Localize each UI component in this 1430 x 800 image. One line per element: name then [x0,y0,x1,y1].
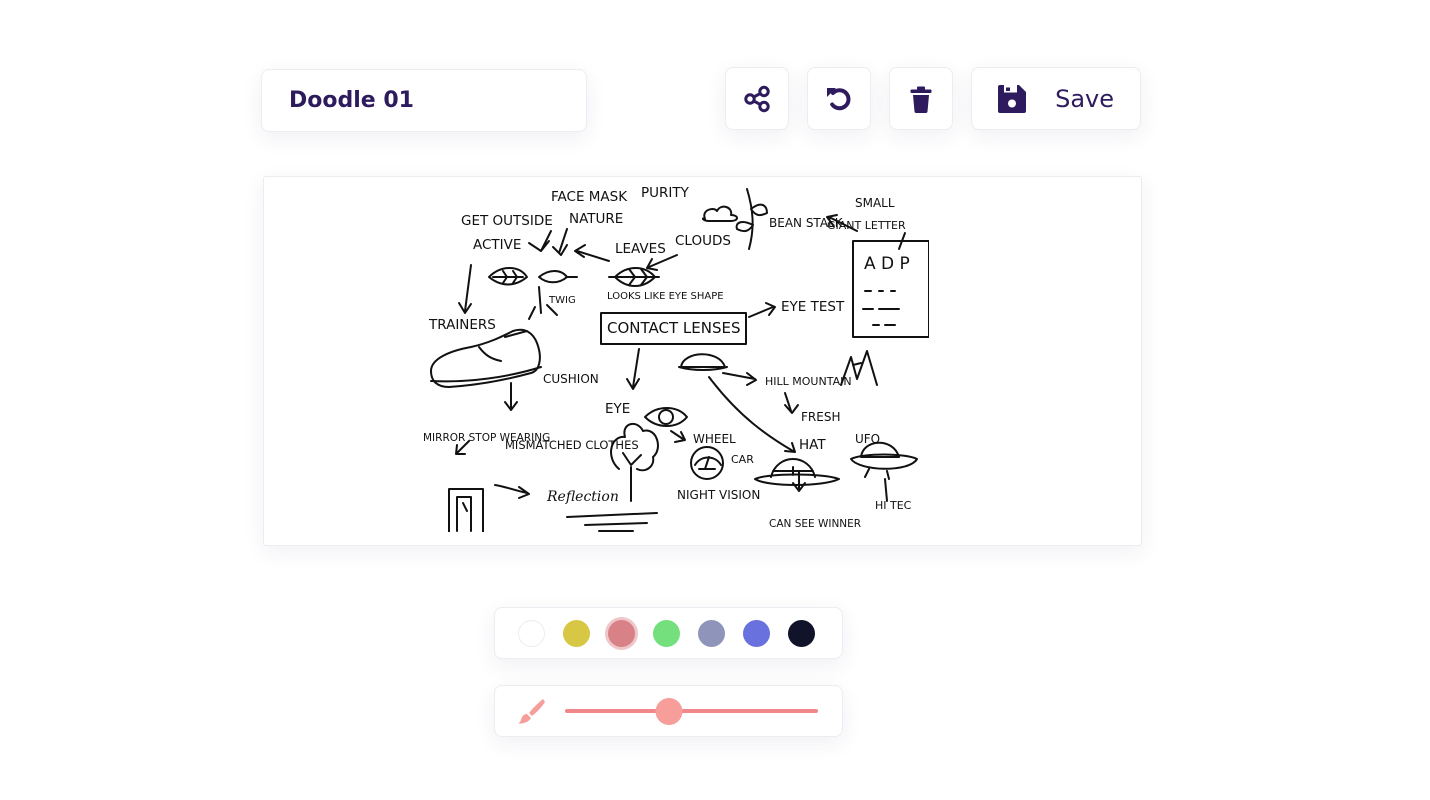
sketch-label-get-outside: GET OUTSIDE [461,213,553,229]
undo-button[interactable] [807,67,871,130]
share-icon [744,85,770,112]
sketch-label-eye-test: EYE TEST [781,299,845,315]
sketch-label-can-see-winner: CAN SEE WINNER [769,518,861,530]
delete-button[interactable] [889,67,953,130]
sketch-label-clouds: CLOUDS [675,233,731,249]
drawing-canvas[interactable]: FACE MASK PURITY GET OUTSIDE NATURE ACTI… [263,176,1142,546]
sketch-label-hill-mountain: HILL MOUNTAIN [765,375,852,388]
brush-size-slider[interactable] [565,698,818,725]
share-button[interactable] [725,67,789,130]
color-swatch-slate[interactable] [698,619,725,647]
sketch-lens-dome [678,353,728,371]
sketch-label-looks-like-eye-shape: LOOKS LIKE EYE SHAPE [607,291,724,302]
sketch-drawing: FACE MASK PURITY GET OUTSIDE NATURE ACTI… [423,187,929,532]
trash-icon [910,86,932,113]
sketch-label-twig: TWIG [548,295,576,306]
sketch-label-car: CAR [731,453,754,466]
color-palette [494,607,843,659]
sketch-label-reflection: Reflection [546,489,619,505]
undo-icon [827,87,851,110]
brush-size-track [565,709,818,713]
sketch-label-night-vision: NIGHT VISION [677,488,760,502]
floppy-disk-icon [998,84,1026,113]
brush-size-thumb[interactable] [655,698,683,725]
sketch-label-wheel: WHEEL [693,432,736,446]
sketch-label-mismatched-clothes: MISMATCHED CLOTHES [505,438,639,452]
sketch-label-active: ACTIVE [473,237,521,253]
sketch-label-hat: HAT [799,437,826,453]
doodle-title-input[interactable] [289,88,586,113]
save-label: Save [1055,84,1114,113]
sketch-label-face-mask: FACE MASK [551,189,628,205]
sketch-label-eye: EYE [605,401,630,417]
save-button[interactable]: Save [971,67,1141,130]
color-swatch-blue[interactable] [743,619,770,647]
sketch-label-fresh: FRESH [801,410,840,424]
color-swatch-white[interactable] [518,619,545,647]
paintbrush-icon [518,699,545,724]
color-swatch-black[interactable] [788,619,815,647]
sketch-label-trainers: TRAINERS [428,317,496,333]
color-swatch-pink[interactable] [608,619,635,647]
sketch-label-small: SMALL [855,196,895,210]
sketch-label-hi-tec: HI TEC [875,499,912,512]
sketch-label-purity: PURITY [641,187,690,201]
color-swatch-yellow[interactable] [563,619,590,647]
brush-size-bar [494,685,843,737]
sketch-label-leaves: LEAVES [615,241,666,257]
sketch-label-eye-chart-letters: A D P [864,254,910,274]
color-swatch-green[interactable] [653,619,680,647]
sketch-label-nature: NATURE [569,211,623,227]
title-field-container [261,69,587,132]
sketch-label-contact-lenses: CONTACT LENSES [607,319,740,337]
sketch-label-cushion: CUSHION [543,372,599,386]
